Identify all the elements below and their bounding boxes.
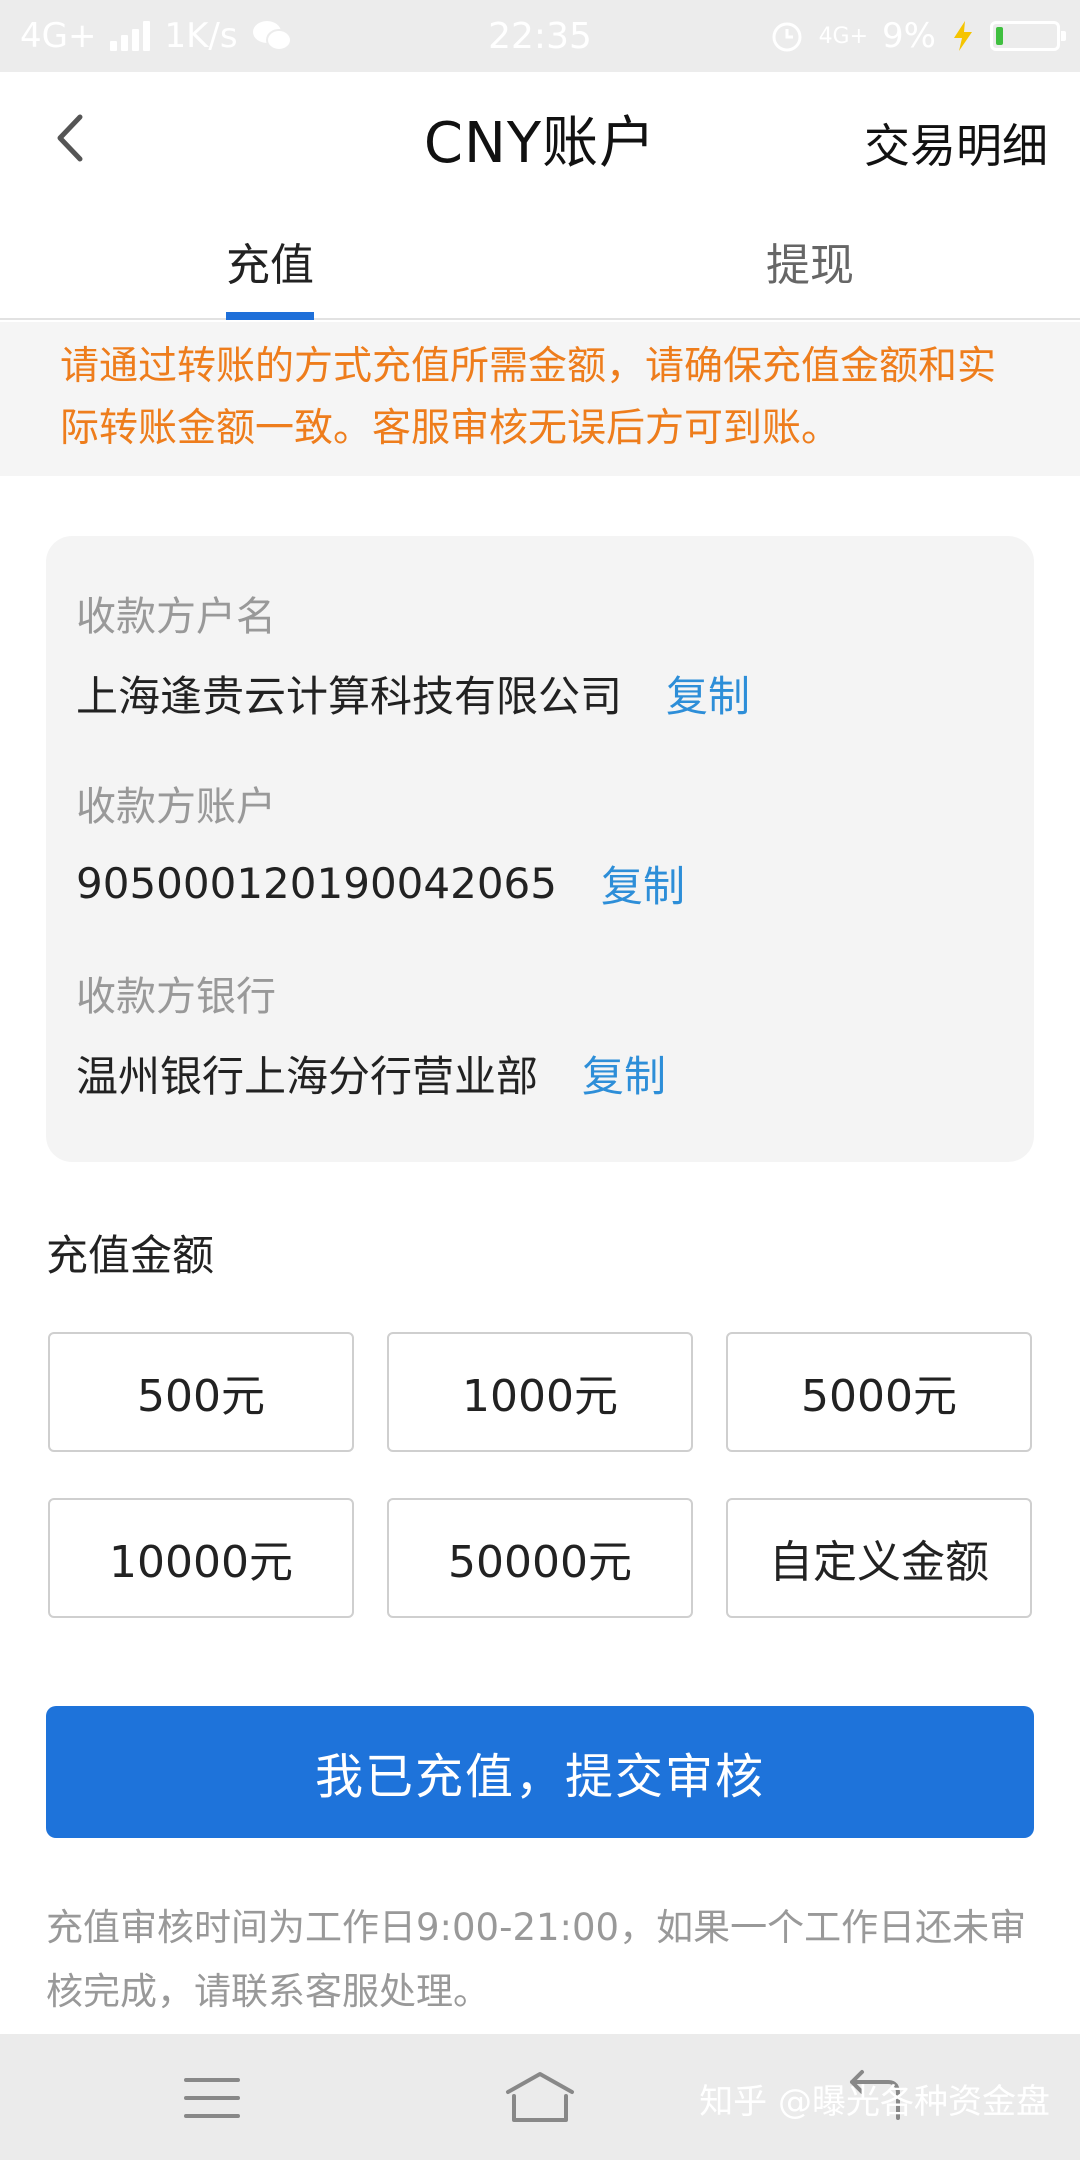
- amount-option-50000[interactable]: 50000元: [387, 1498, 693, 1618]
- notice-text: 请通过转账的方式充值所需金额，请确保充值金额和实际转账金额一致。客服审核无误后方…: [0, 322, 1080, 476]
- header: CNY账户 交易明细: [0, 72, 1080, 204]
- payee-account-label: 收款方账户: [76, 784, 276, 830]
- payee-info-card: 收款方户名 上海逢贵云计算科技有限公司 复制 收款方账户 90500012019…: [46, 536, 1034, 1162]
- charging-icon: [954, 21, 972, 51]
- tab-bar: 充值 提现: [0, 204, 1080, 320]
- system-nav-bar: 知乎 @曝光各种资金盘: [0, 2034, 1080, 2160]
- wechat-icon: [252, 21, 292, 51]
- copy-payee-account-button[interactable]: 复制: [601, 853, 685, 914]
- payee-bank-group: 收款方银行 温州银行上海分行营业部 复制: [76, 964, 1004, 1154]
- network-speed: 1K/s: [164, 16, 238, 56]
- payee-bank-value: 温州银行上海分行营业部: [76, 1051, 539, 1101]
- transaction-details-link[interactable]: 交易明细: [864, 110, 1048, 176]
- tab-indicator: [226, 312, 314, 320]
- battery-percent: 9%: [882, 16, 936, 56]
- home-icon[interactable]: [500, 2066, 580, 2130]
- amount-option-5000[interactable]: 5000元: [726, 1332, 1032, 1452]
- payee-account-group: 收款方账户 9050001201900420​65 复制: [76, 774, 1004, 964]
- menu-icon[interactable]: [172, 2066, 252, 2130]
- amount-options: 500元 1000元 5000元 10000元 50000元 自定义金额: [48, 1332, 1032, 1618]
- status-bar: 4G+ 1K/s 22:35 4G+ 9%: [0, 0, 1080, 72]
- amount-option-10000[interactable]: 10000元: [48, 1498, 354, 1618]
- amount-option-1000[interactable]: 1000元: [387, 1332, 693, 1452]
- tab-withdraw[interactable]: 提现: [540, 204, 1080, 318]
- back-button[interactable]: [40, 108, 100, 168]
- battery-fill: [996, 27, 1003, 45]
- payee-name-label: 收款方户名: [76, 594, 276, 640]
- review-time-note: 充值审核时间为工作日9:00-21:00，如果一个工作日还未审核完成，请联系客服…: [46, 1906, 1027, 2013]
- alarm-icon: [772, 22, 802, 52]
- payee-account-value: 9050001201900420​65: [76, 858, 557, 908]
- amount-option-custom[interactable]: 自定义金额: [726, 1498, 1032, 1618]
- tab-recharge-label: 充值: [226, 240, 314, 291]
- network-type: 4G+: [20, 16, 97, 56]
- payee-bank-row: 温州银行上海分行营业部 复制: [76, 1028, 1004, 1118]
- chevron-left-icon: [57, 114, 83, 162]
- page-title: CNY账户: [423, 110, 657, 176]
- submit-review-button[interactable]: 我已充值，提交审核: [46, 1706, 1034, 1838]
- payee-name-group: 收款方户名 上海逢贵云计算科技有限公司 复制: [76, 584, 1004, 774]
- status-right: 4G+ 9%: [769, 16, 1066, 56]
- page: 4G+ 1K/s 22:35 4G+ 9% CNY账户 交易明细 充值 提现 请…: [0, 0, 1080, 2160]
- battery-icon: [990, 21, 1066, 51]
- watermark-text: 知乎 @曝光各种资金盘: [699, 2082, 1050, 2122]
- payee-bank-label: 收款方银行: [76, 974, 276, 1020]
- tab-withdraw-label: 提现: [766, 240, 854, 291]
- tab-recharge[interactable]: 充值: [0, 204, 540, 320]
- copy-payee-name-button[interactable]: 复制: [666, 663, 750, 724]
- payee-name-row: 上海逢贵云计算科技有限公司 复制: [76, 648, 1004, 738]
- payee-name-value: 上海逢贵云计算科技有限公司: [76, 671, 623, 721]
- signal-icon: [110, 21, 151, 51]
- status-left: 4G+ 1K/s: [20, 16, 292, 56]
- amount-title: 充值金额: [46, 1231, 215, 1280]
- amount-option-500[interactable]: 500元: [48, 1332, 354, 1452]
- network-type-right: 4G+: [818, 23, 869, 49]
- payee-account-row: 9050001201900420​65 复制: [76, 838, 1004, 928]
- copy-payee-bank-button[interactable]: 复制: [582, 1043, 666, 1104]
